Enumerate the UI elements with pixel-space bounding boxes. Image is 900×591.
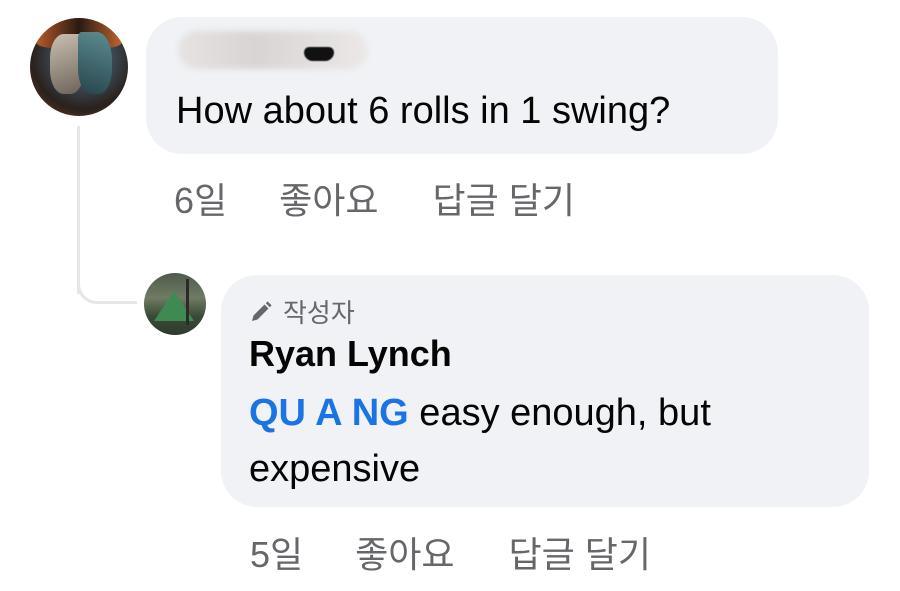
- like-button[interactable]: 좋아요: [279, 172, 378, 224]
- comment-bubble: How about 6 rolls in 1 swing?: [146, 17, 778, 154]
- blurred-author-name-tail: [304, 47, 334, 61]
- avatar-pole: [186, 279, 189, 325]
- author-badge-label: 작성자: [283, 298, 355, 328]
- comment-time[interactable]: 6일: [174, 172, 227, 224]
- reply-author-name[interactable]: Ryan Lynch: [249, 333, 452, 375]
- pencil-icon: [252, 300, 272, 321]
- reply-actions: 5일 좋아요 답글 달기: [250, 526, 651, 578]
- commenter-avatar[interactable]: [30, 18, 128, 116]
- blurred-author-name[interactable]: [178, 31, 368, 69]
- reply-time[interactable]: 5일: [250, 526, 303, 578]
- reply-bubble: 작성자 Ryan Lynch QU A NG easy enough, but …: [221, 275, 869, 507]
- mention-link[interactable]: QU A NG: [249, 392, 409, 434]
- comment-text: How about 6 rolls in 1 swing?: [176, 90, 671, 132]
- author-badge: 작성자: [249, 293, 355, 330]
- reply-text: QU A NG easy enough, but expensive: [249, 385, 839, 497]
- reply-button[interactable]: 답글 달기: [509, 526, 651, 578]
- reply-avatar[interactable]: [144, 273, 206, 335]
- thread-connector: [77, 264, 137, 304]
- like-button[interactable]: 좋아요: [355, 526, 454, 578]
- reply-button[interactable]: 답글 달기: [433, 172, 575, 224]
- comment-actions: 6일 좋아요 답글 달기: [174, 172, 575, 224]
- avatar-face-right: [78, 32, 112, 94]
